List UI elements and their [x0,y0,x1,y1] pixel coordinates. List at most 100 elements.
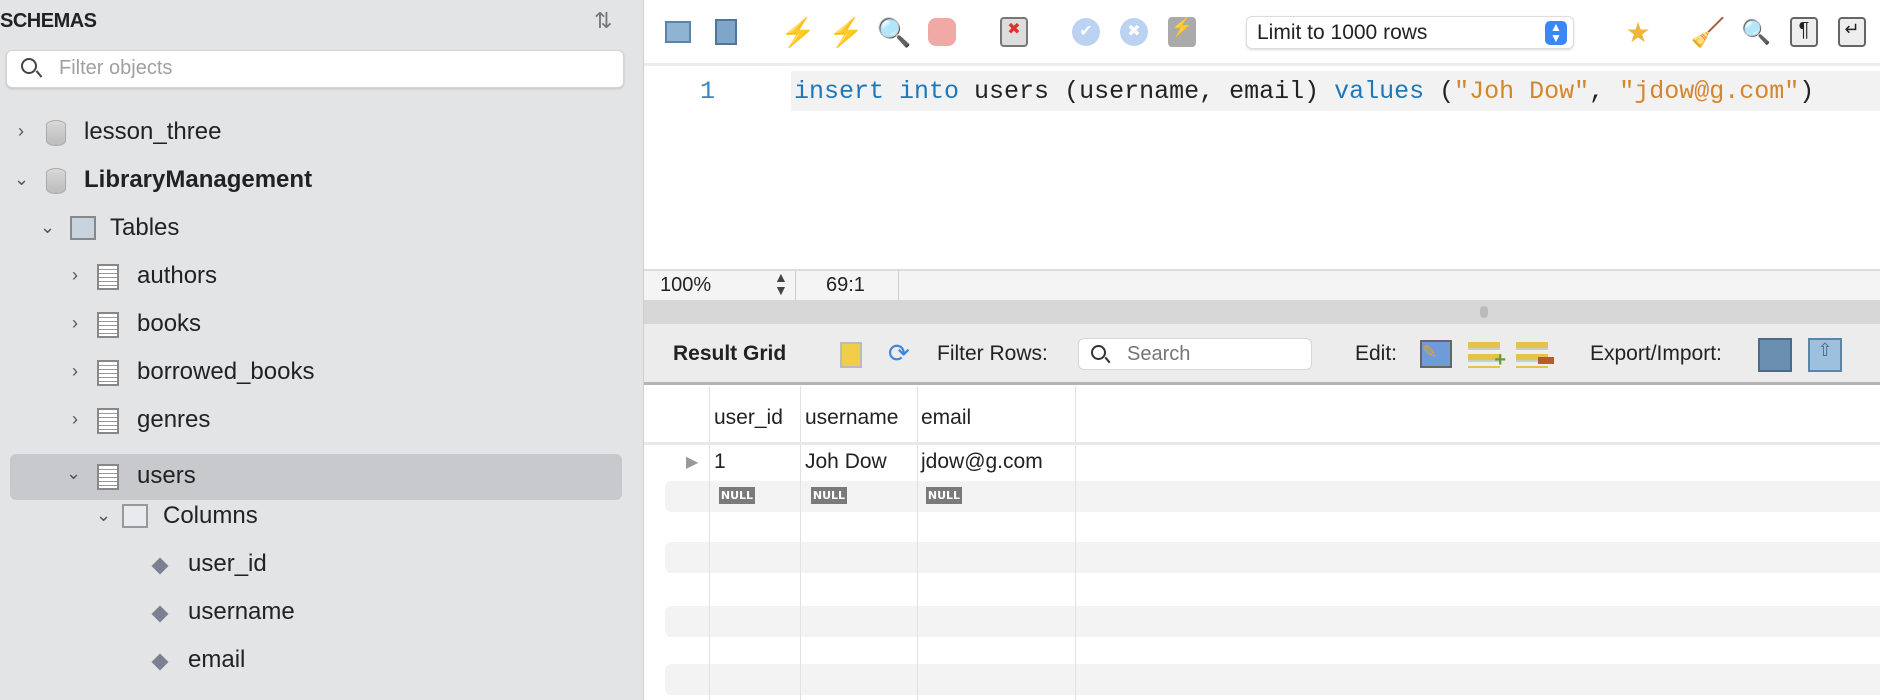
new-row[interactable] [665,481,1880,512]
database-icon [46,168,66,194]
chevron-right-icon[interactable]: › [72,265,78,286]
open-folder-icon[interactable] [662,14,694,50]
wrap-lines-icon[interactable]: ↵ [1836,14,1868,50]
find-replace-icon[interactable]: 🔍 [1740,14,1772,50]
add-snippet-icon[interactable]: ★ [1622,14,1654,50]
stop-icon[interactable] [926,14,958,50]
explain-icon[interactable]: 🔍 [877,14,912,50]
tree-item-label: Columns [163,502,258,529]
null-badge[interactable]: NULL [811,487,847,504]
cell-email[interactable]: jdow@g.com [921,450,1043,474]
commit-icon[interactable]: ✔ [1070,14,1102,50]
string-literal: "Joh Dow" [1454,77,1590,106]
edit-cell-icon[interactable]: ✎ [1420,340,1452,368]
chevron-down-icon[interactable]: ⌄ [66,463,81,484]
limit-rows-select[interactable]: Limit to 1000 rows ▲ ▼ [1246,16,1574,49]
column-divider[interactable] [800,386,801,700]
execute-icon[interactable]: ⚡ [781,14,816,50]
tree-item-borrowed-books[interactable]: › borrowed_books [0,350,643,396]
sql-toolbar: ⚡ ⚡ 🔍 ✖ ✔ ✖ ⚡ Limit to 1000 rows ▲ ▼ ★ 🧹 … [644,0,1880,66]
tree-item-label: user_id [188,550,267,577]
beautify-icon[interactable]: 🧹 [1691,14,1726,50]
sql-code[interactable]: insert into users (username, email) valu… [794,77,1814,106]
table-icon [97,408,119,434]
tree-item-email[interactable]: email [0,638,643,684]
tree-item-authors[interactable]: › authors [0,254,643,300]
zoom-stepper-icon[interactable]: ▲ ▼ [774,270,788,297]
tree-item-label: books [137,310,202,337]
column-header-email[interactable]: email [921,406,971,430]
tree-item-genres[interactable]: › genres [0,398,643,444]
tree-item-books[interactable]: › books [0,302,643,348]
column-header-username[interactable]: username [805,406,898,430]
table-icon [97,464,119,490]
result-grid[interactable]: user_id username email ▶ 1 Joh Dow jdow@… [644,386,1880,700]
chevron-down-icon[interactable]: ⌄ [14,169,29,190]
chevron-down-icon[interactable]: ⌄ [40,217,55,238]
table-icon [97,360,119,386]
invisible-chars-icon[interactable]: ¶ [1788,14,1820,50]
result-grid-title: Result Grid [673,342,787,365]
column-icon [151,605,169,623]
sql-editor[interactable]: 1 insert into users (username, email) va… [644,69,1880,269]
line-number: 1 [700,77,716,106]
chevron-right-icon[interactable]: › [72,409,78,430]
zoom-level[interactable]: 100% [660,274,711,297]
tree-item-label: Tables [110,214,180,241]
tree-item-label: username [188,598,295,625]
filter-rows-search[interactable] [1078,338,1312,370]
filter-rows-input[interactable] [1127,343,1297,366]
tree-item-lesson-three[interactable]: › lesson_three [0,110,643,156]
tree-item-user-id[interactable]: user_id [0,542,643,588]
save-icon[interactable] [710,14,742,50]
filter-objects-field[interactable] [59,57,559,80]
select-arrows-icon: ▲ ▼ [1545,21,1567,45]
keyword: insert [794,77,885,106]
query-panel: ⚡ ⚡ 🔍 ✖ ✔ ✖ ⚡ Limit to 1000 rows ▲ ▼ ★ 🧹 … [644,0,1880,700]
null-badge[interactable]: NULL [719,487,755,504]
tables-folder-icon [70,216,96,240]
column-icon [151,557,169,575]
edit-label: Edit: [1355,342,1398,365]
refresh-results-icon[interactable]: ⟳ [888,338,910,369]
tree-item-label: users [137,462,196,489]
export-import-label: Export/Import: [1590,342,1722,365]
editor-status-bar: 100% ▲ ▼ 69:1 [644,269,1880,301]
execute-current-icon[interactable]: ⚡ [829,14,864,50]
tree-item-username[interactable]: username [0,590,643,636]
autocommit-icon[interactable]: ⚡ [1166,14,1198,50]
column-header-user-id[interactable]: user_id [714,406,783,430]
chevron-right-icon[interactable]: › [72,361,78,382]
pane-splitter[interactable] [644,300,1880,324]
tree-item-tables[interactable]: ⌄ Tables [0,206,643,252]
column-divider[interactable] [1075,386,1076,700]
toggle-columns-icon[interactable] [840,342,862,368]
chevron-down-icon[interactable]: ⌄ [96,505,111,526]
add-row-icon[interactable]: + [1468,342,1506,371]
tree-item-librarymanagement[interactable]: ⌄ LibraryManagement [0,158,643,204]
export-icon[interactable] [1758,338,1792,372]
import-icon[interactable]: ⇧ [1808,338,1842,372]
null-badge[interactable]: NULL [926,487,962,504]
code-text: users (username, email) [959,77,1335,106]
rollback-icon[interactable]: ✖ [1118,14,1150,50]
empty-row [665,664,1880,695]
divider [898,271,899,301]
cell-username[interactable]: Joh Dow [805,450,887,474]
limit-rows-value: Limit to 1000 rows [1257,21,1428,44]
chevron-right-icon[interactable]: › [18,121,24,142]
schema-navigator: SCHEMAS ⇅ › lesson_three ⌄ LibraryManage… [0,0,644,700]
splitter-handle[interactable] [1480,306,1488,318]
filter-objects-input[interactable] [6,50,624,88]
refresh-icon[interactable]: ⇅ [594,8,612,34]
stop-on-error-icon[interactable]: ✖ [998,14,1030,50]
column-divider[interactable] [709,386,710,700]
column-divider[interactable] [917,386,918,700]
tree-item-columns[interactable]: ⌄ Columns [0,494,643,540]
chevron-right-icon[interactable]: › [72,313,78,334]
delete-row-icon[interactable] [1516,342,1554,368]
columns-folder-icon [122,504,148,528]
cell-user-id[interactable]: 1 [714,450,726,474]
code-text: ( [1424,77,1455,106]
tree-item-label: lesson_three [84,118,222,145]
